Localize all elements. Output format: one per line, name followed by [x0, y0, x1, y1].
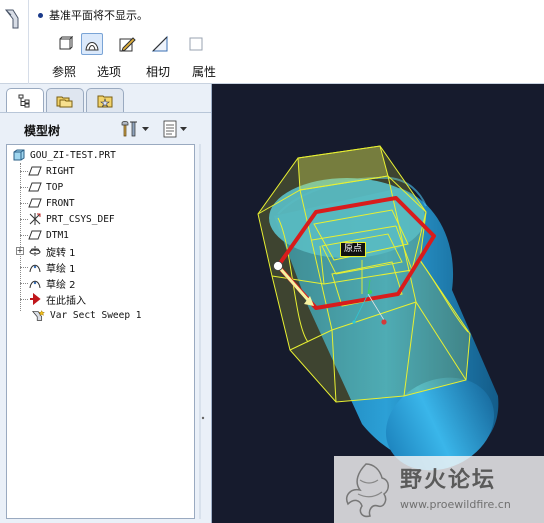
- insert-arrow-icon: [27, 292, 43, 306]
- tab-favorites[interactable]: [86, 88, 124, 112]
- tree-item-label: 草绘 1: [46, 263, 76, 275]
- options-tab-icon[interactable]: [81, 33, 103, 55]
- tree-item-right[interactable]: RIGHT: [27, 163, 75, 179]
- tree-item-sketch1[interactable]: 草绘 1: [27, 259, 76, 275]
- tree-item-label: GOU_ZI-TEST.PRT: [30, 149, 116, 161]
- tree-connector: [20, 283, 28, 284]
- tree-item-label: FRONT: [46, 197, 75, 209]
- tree-item-label: PRT_CSYS_DEF: [46, 213, 115, 225]
- phoenix-logo-icon: [346, 463, 389, 518]
- model-tree-title: 模型树: [24, 124, 61, 138]
- sweep-tool-icon[interactable]: [3, 6, 25, 30]
- navigator-tabs: [6, 88, 124, 112]
- tree-item-label: Var Sect Sweep 1: [50, 309, 142, 321]
- tree-item-label: 草绘 2: [46, 279, 76, 291]
- tree-connector: [20, 203, 28, 204]
- tree-item-label: DTM1: [46, 229, 69, 241]
- tree-item-top[interactable]: TOP: [27, 179, 63, 195]
- navigator-panel: 模型树 GOU_ZI-TEST.PRT RIGHT TOP FRONT PRT_…: [0, 84, 212, 523]
- datum-plane-icon: [27, 196, 43, 210]
- tree-connector: [20, 235, 28, 236]
- status-message-text: 基准平面将不显示。: [49, 9, 148, 22]
- tree-item-dtm1[interactable]: DTM1: [27, 227, 69, 243]
- tree-item-label: 在此插入: [46, 295, 86, 307]
- model-tree-icon: [18, 94, 30, 107]
- datum-plane-icon: [27, 180, 43, 194]
- tree-item-csys[interactable]: PRT_CSYS_DEF: [27, 211, 115, 227]
- tab-references[interactable]: 参照: [52, 63, 76, 80]
- properties-tab-icon[interactable]: [185, 33, 207, 55]
- tangency-tab-icon[interactable]: [116, 33, 138, 55]
- origin-label-text: 原点: [344, 244, 363, 254]
- tree-item-label: RIGHT: [46, 165, 75, 177]
- feature-dashboard: 基准平面将不显示。 参照 选项 相切 属性: [0, 0, 544, 84]
- tree-settings-button[interactable]: [120, 120, 149, 138]
- status-message: 基准平面将不显示。: [38, 7, 148, 23]
- sketch-icon: [27, 276, 43, 290]
- watermark: 野火论坛 www.proewildfire.cn: [334, 456, 544, 523]
- tree-connector: [20, 299, 28, 300]
- tree-show-button[interactable]: [162, 120, 187, 138]
- tree-connector: [20, 187, 28, 188]
- tab-model-tree[interactable]: [6, 88, 44, 112]
- chevron-down-icon: [180, 126, 187, 131]
- dashboard-divider: [28, 0, 29, 84]
- sweep-icon: [31, 308, 47, 322]
- model-tree-header: 模型树: [0, 112, 211, 142]
- part-icon: [11, 148, 27, 162]
- tree-item-insert-here[interactable]: 在此插入: [27, 291, 86, 307]
- tab-folder-browser[interactable]: [46, 88, 84, 112]
- tab-tangency[interactable]: 相切: [146, 63, 170, 80]
- watermark-url: www.proewildfire.cn: [400, 498, 511, 511]
- tools-icon: [121, 121, 137, 137]
- tree-item-front[interactable]: FRONT: [27, 195, 75, 211]
- list-icon: [163, 120, 177, 138]
- bullet-icon: [38, 12, 43, 18]
- tree-connector: [20, 219, 28, 220]
- tree-item-sketch2[interactable]: 草绘 2: [27, 275, 76, 291]
- origin-label[interactable]: 原点: [340, 242, 367, 257]
- datum-plane-icon: [27, 228, 43, 242]
- chevron-down-icon: [142, 126, 149, 131]
- tree-item-label: 旋转 1: [46, 247, 76, 259]
- tree-connector: [20, 163, 21, 311]
- sketch-icon: [27, 260, 43, 274]
- panel-splitter[interactable]: [198, 144, 208, 519]
- watermark-title: 野火论坛: [400, 468, 497, 493]
- tree-item-revolve[interactable]: + 旋转 1: [16, 243, 76, 259]
- graphics-window[interactable]: 原点 野火论坛 www.proewildfire.cn: [212, 84, 544, 523]
- revolve-icon: [27, 244, 43, 258]
- expand-plus-icon[interactable]: +: [16, 247, 24, 255]
- folder-browser-icon: [56, 96, 73, 107]
- tree-connector: [20, 171, 28, 172]
- tab-properties[interactable]: 属性: [192, 63, 216, 80]
- csys-icon: [27, 212, 43, 226]
- tree-item-label: TOP: [46, 181, 64, 193]
- datum-plane-icon: [27, 164, 43, 178]
- tree-item-part[interactable]: GOU_ZI-TEST.PRT: [11, 147, 116, 163]
- tree-item-var-sect-sweep[interactable]: Var Sect Sweep 1: [31, 307, 142, 323]
- tree-connector: [20, 267, 28, 268]
- model-tree: GOU_ZI-TEST.PRT RIGHT TOP FRONT PRT_CSYS…: [6, 144, 195, 519]
- references-tab-icon[interactable]: [54, 33, 76, 55]
- tab-options[interactable]: 选项: [97, 63, 121, 80]
- tangency-plane-icon[interactable]: [149, 33, 171, 55]
- favorites-icon: [97, 95, 113, 107]
